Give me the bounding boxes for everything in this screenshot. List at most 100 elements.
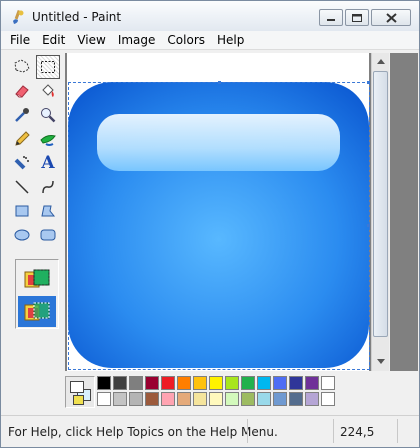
maximize-button[interactable] [345,9,369,26]
tool-rectangle[interactable] [10,199,34,223]
tool-brush[interactable] [36,127,60,151]
selection-handle[interactable] [367,224,370,227]
rectangle-icon [15,205,29,217]
rect-select-icon [41,61,55,73]
tool-polygon[interactable] [36,199,60,223]
status-separator [333,419,334,443]
selection-marquee[interactable] [68,81,370,370]
current-colors[interactable] [65,376,95,408]
pencil-icon [15,131,30,146]
title-bar[interactable]: Untitled - Paint [1,1,419,31]
tool-text[interactable]: A [36,151,60,175]
color-swatch[interactable] [193,392,207,406]
tool-airbrush[interactable] [10,151,34,175]
color-swatch[interactable] [97,392,111,406]
magnifier-icon [41,108,56,123]
color-swatch[interactable] [177,376,191,390]
opaque-selection-icon [24,269,50,287]
color-swatch[interactable] [129,376,143,390]
menu-edit[interactable]: Edit [36,31,71,49]
scrollbar-thumb[interactable] [373,71,388,337]
menu-image[interactable]: Image [112,31,162,49]
selection-handle[interactable] [367,81,370,84]
color-swatch[interactable] [161,392,175,406]
maximize-icon [352,13,362,22]
window-title: Untitled - Paint [32,10,122,24]
polygon-icon [41,205,56,217]
color-swatch[interactable] [161,376,175,390]
minimize-button[interactable] [319,9,343,26]
color-swatch[interactable] [273,392,287,406]
tool-fill[interactable] [36,79,60,103]
color-swatch[interactable] [225,392,239,406]
option-opaque-selection[interactable] [18,263,56,294]
color-swatch[interactable] [177,392,191,406]
color-swatch[interactable] [257,376,271,390]
rounded-rectangle-icon [40,229,56,241]
tool-options-panel [15,259,59,329]
tool-curve[interactable] [36,175,60,199]
tool-select[interactable] [36,55,60,79]
tool-ellipse[interactable] [10,223,34,247]
scroll-up-button[interactable] [372,53,389,70]
tool-free-form-select[interactable] [10,55,34,79]
color-palette [97,376,335,406]
foreground-color-swatch [70,381,84,393]
menu-file[interactable]: File [4,31,36,49]
color-swatch[interactable] [145,392,159,406]
color-box [1,373,419,413]
color-swatch[interactable] [193,376,207,390]
tool-line[interactable] [10,175,34,199]
menu-help[interactable]: Help [211,31,250,49]
color-swatch[interactable] [241,392,255,406]
vertical-scrollbar[interactable] [371,53,389,371]
status-coordinates: 224,5 [340,425,375,439]
status-separator [247,419,248,443]
color-swatch[interactable] [321,376,335,390]
paint-window: Untitled - Paint File Edit View Image Co… [0,0,420,448]
eraser-icon [15,85,29,98]
color-swatch[interactable] [305,392,319,406]
color-swatch[interactable] [225,376,239,390]
scroll-down-icon [376,359,385,364]
close-button[interactable] [371,9,411,26]
brush-icon [40,135,56,146]
tool-eraser[interactable] [10,79,34,103]
scroll-down-button[interactable] [372,353,389,370]
tool-pencil[interactable] [10,127,34,151]
menu-view[interactable]: View [71,31,111,49]
color-swatch[interactable] [289,376,303,390]
color-swatch[interactable] [241,376,255,390]
color-swatch[interactable] [97,376,111,390]
color-swatch[interactable] [113,392,127,406]
color-swatch[interactable] [113,376,127,390]
tool-magnifier[interactable] [36,103,60,127]
curve-icon [42,180,54,194]
color-swatch[interactable] [273,376,287,390]
color-swatch[interactable] [257,392,271,406]
color-swatch[interactable] [209,376,223,390]
selection-handle[interactable] [218,81,221,84]
status-bar: For Help, click Help Topics on the Help … [1,415,419,447]
tool-box: A [7,53,63,413]
tool-rounded-rectangle[interactable] [36,223,60,247]
menu-bar: File Edit View Image Colors Help [1,31,419,50]
secondary-color-swatch [73,395,84,405]
fill-icon [42,84,54,97]
transparent-selection-icon [24,302,50,320]
pick-color-icon [15,108,29,122]
option-transparent-selection[interactable] [18,296,56,327]
line-icon [15,180,29,194]
airbrush-icon [14,156,29,170]
text-tool-glyph: A [41,153,55,173]
workspace-background [390,53,418,371]
tool-pick-color[interactable] [10,103,34,127]
color-swatch[interactable] [209,392,223,406]
color-swatch[interactable] [129,392,143,406]
color-swatch[interactable] [305,376,319,390]
color-swatch[interactable] [145,376,159,390]
menu-colors[interactable]: Colors [161,31,211,49]
close-icon [385,12,397,23]
color-swatch[interactable] [321,392,335,406]
color-swatch[interactable] [289,392,303,406]
